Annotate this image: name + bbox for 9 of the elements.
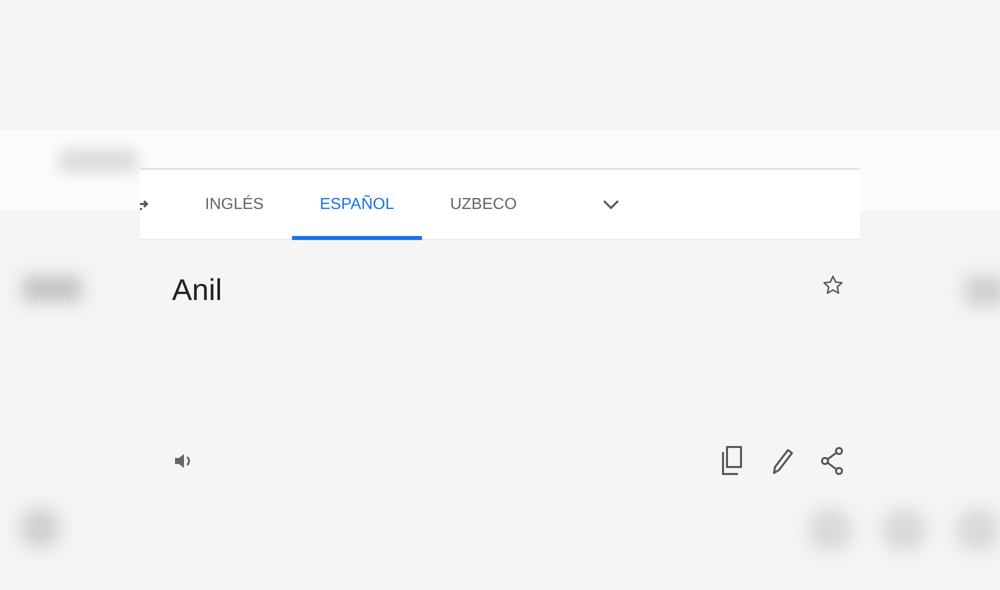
star-icon[interactable] (822, 274, 844, 296)
pencil-icon[interactable] (770, 447, 794, 475)
language-tab[interactable]: UZBECO (422, 170, 545, 240)
chevron-down-icon[interactable] (602, 200, 619, 210)
share-icon[interactable] (820, 446, 844, 476)
language-tab[interactable]: INGLÉS (175, 170, 292, 240)
translation-text: Anil (172, 274, 222, 308)
swap-icon[interactable] (140, 198, 150, 212)
copy-icon[interactable] (720, 446, 744, 476)
